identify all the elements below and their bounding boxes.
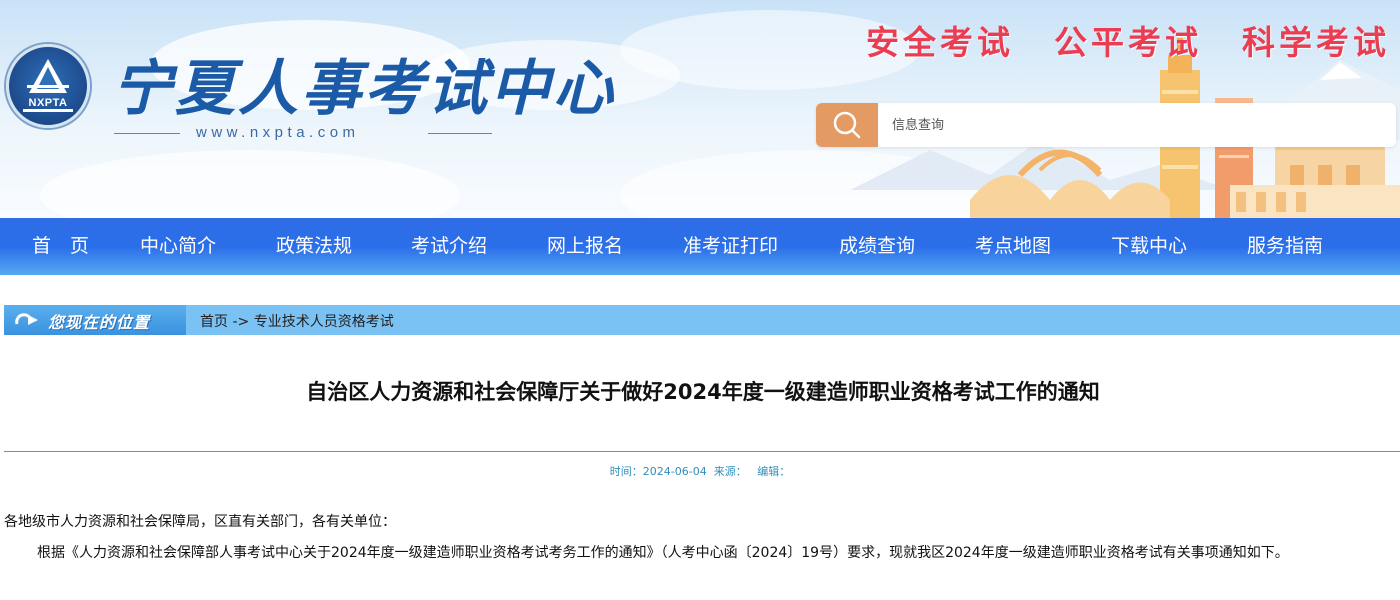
meta-editor-label: 编辑： [757,465,791,478]
search-button[interactable] [816,103,878,147]
article-paragraph: 根据《人力资源和社会保障部人事考试中心关于2024年度一级建造师职业资格考试考务… [37,545,1289,561]
slogan-group: 安全考试 公平考试 科学考试 [866,16,1390,64]
title-divider [4,451,1400,452]
nav-item-score-query[interactable]: 成绩查询 [839,218,915,275]
site-header: NXPTA 宁夏人事考试中心 www.nxpta.com 安全考试 公平考试 科… [0,0,1400,218]
search-icon [833,111,861,139]
site-url: www.nxpta.com [196,124,360,141]
breadcrumb-tag-label: 您现在的位置 [48,313,151,332]
site-title[interactable]: 宁夏人事考试中心 [112,40,616,127]
breadcrumb: 您现在的位置 首页 -> 专业技术人员资格考试 [4,305,1400,335]
breadcrumb-current-link[interactable]: 专业技术人员资格考试 [254,314,394,330]
nav-item-about[interactable]: 中心简介 [140,218,216,275]
nav-item-venue-map[interactable]: 考点地图 [975,218,1051,275]
breadcrumb-tag: 您现在的位置 [4,305,186,335]
nav-item-admission-ticket[interactable]: 准考证打印 [683,218,778,275]
nav-item-downloads[interactable]: 下载中心 [1111,218,1187,275]
search-input[interactable] [878,103,1396,147]
main-nav: 首 页 中心简介 政策法规 考试介绍 网上报名 准考证打印 成绩查询 考点地图 … [0,218,1400,275]
meta-source-label: 来源： [713,465,747,478]
logo-abbreviation: NXPTA [28,97,68,109]
mountain-logo-icon [23,59,73,112]
nav-item-exam-intro[interactable]: 考试介绍 [411,218,487,275]
article-greeting: 各地级市人力资源和社会保障局，区直有关部门，各有关单位： [4,514,396,530]
slogan: 安全考试 [866,23,1014,62]
article-title: 自治区人力资源和社会保障厅关于做好2024年度一级建造师职业资格考试工作的通知 [306,380,1100,404]
slogan: 公平考试 [1054,23,1202,62]
divider-line [428,133,492,134]
meta-time-label: 时间： [609,465,643,478]
article-meta: 时间：2024-06-04 来源： 编辑： [0,463,1400,479]
search-bar [816,103,1396,147]
slogan: 科学考试 [1242,23,1390,62]
divider-line [114,133,180,134]
breadcrumb-path: 首页 -> 专业技术人员资格考试 [200,311,394,331]
nav-item-home[interactable]: 首 页 [32,218,89,275]
site-logo-badge[interactable]: NXPTA [6,44,90,128]
nav-item-service-guide[interactable]: 服务指南 [1247,218,1323,275]
breadcrumb-separator: -> [232,314,250,330]
meta-time: 2024-06-04 [642,465,707,478]
nav-item-online-registration[interactable]: 网上报名 [547,218,623,275]
location-arrow-icon [15,313,38,325]
nav-item-policies[interactable]: 政策法规 [276,218,352,275]
breadcrumb-home-link[interactable]: 首页 [200,314,228,330]
